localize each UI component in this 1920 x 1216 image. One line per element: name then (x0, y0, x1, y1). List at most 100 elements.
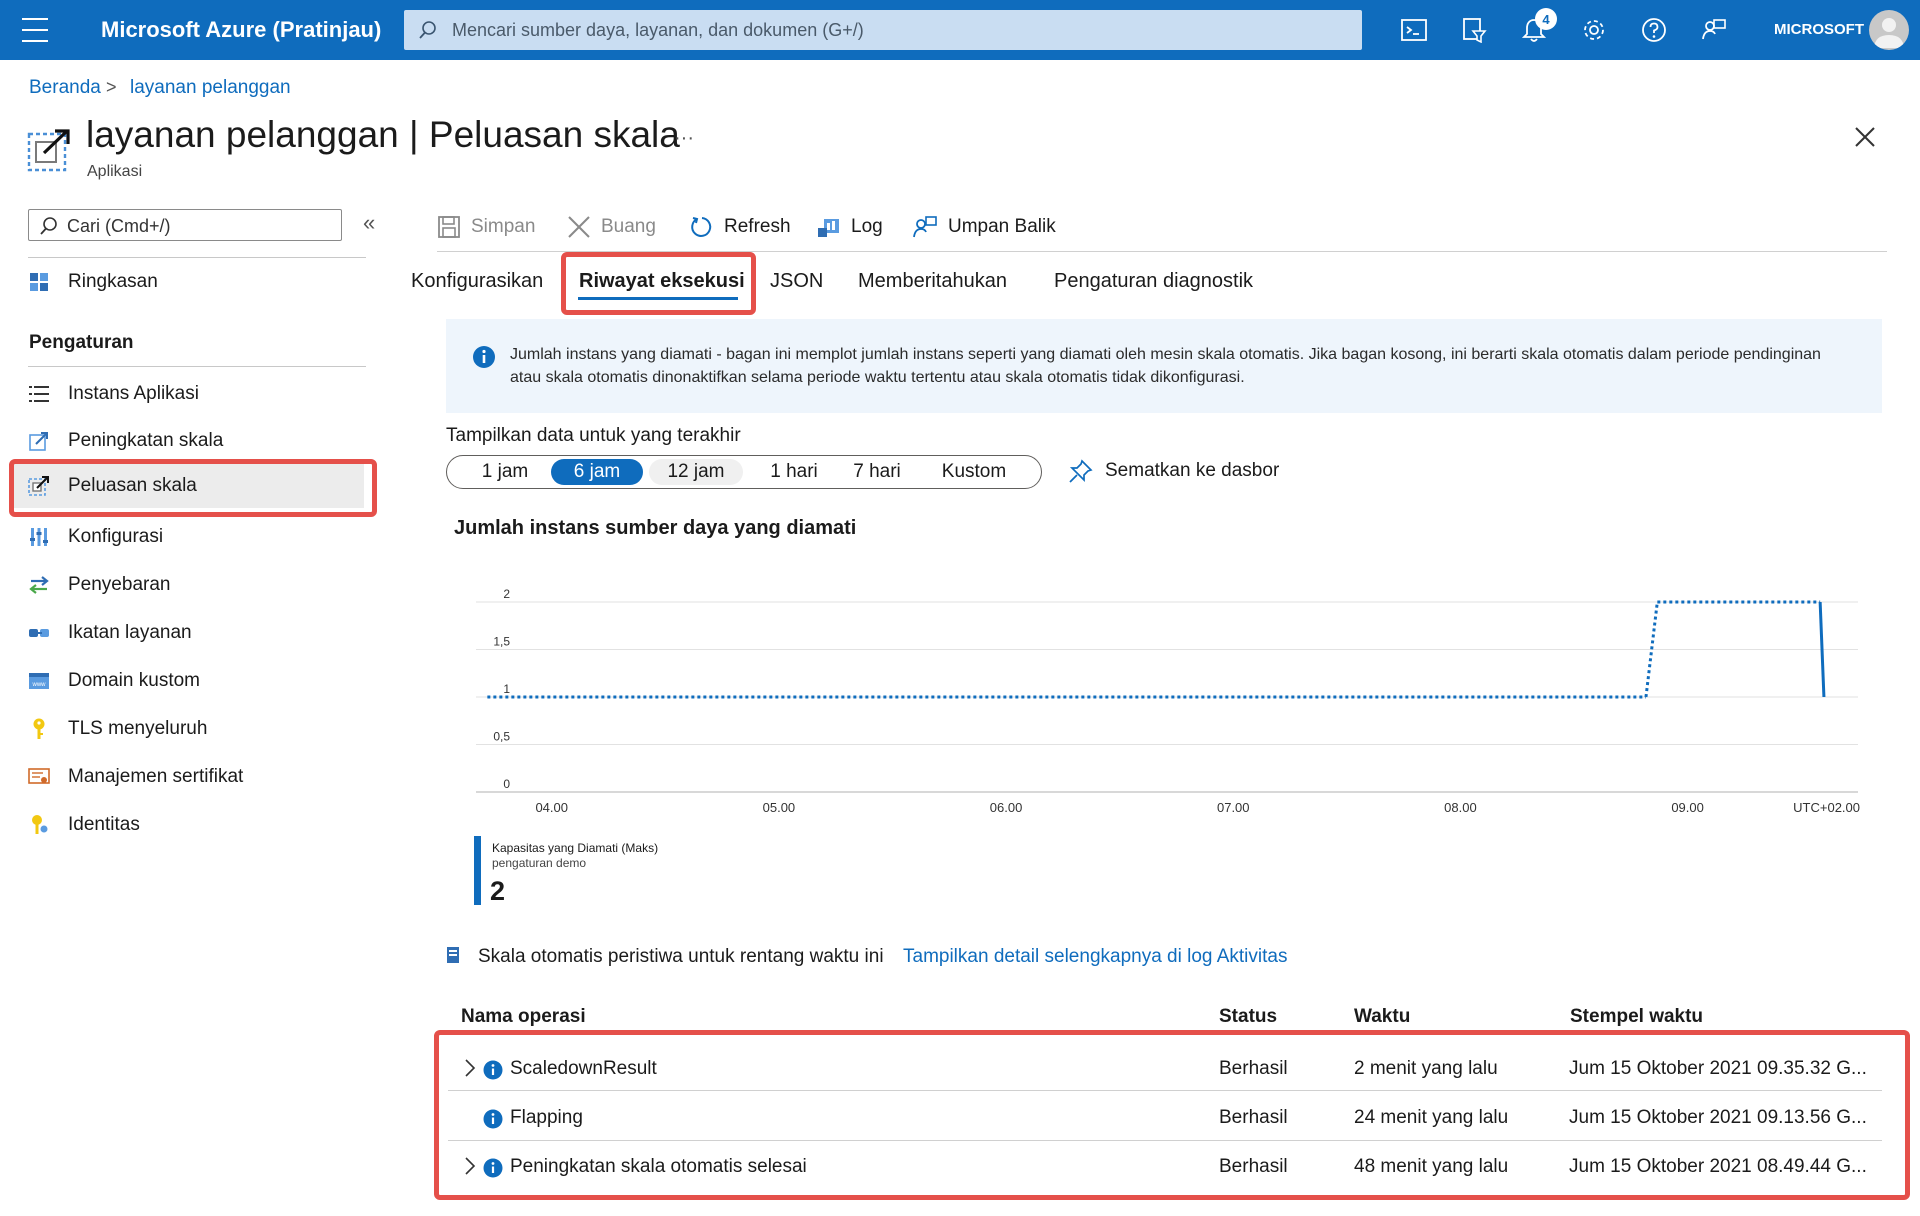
sidebar-item-label: Konfigurasi (68, 526, 164, 547)
discard-button[interactable]: Buang (567, 213, 656, 241)
save-button[interactable]: Simpan (437, 213, 535, 241)
divider (28, 366, 366, 367)
deploy-icon (28, 574, 50, 596)
chart-x-tick-label: 04.00 (535, 800, 568, 815)
range-option-custom[interactable]: Kustom (919, 459, 1029, 485)
chart-x-tick-label: 06.00 (990, 800, 1023, 815)
portal-brand[interactable]: Microsoft Azure (Pratinjau) (101, 17, 381, 43)
chart-x-tick-label: 08.00 (1444, 800, 1477, 815)
range-option-6h[interactable]: 6 jam (551, 459, 643, 485)
search-icon (39, 216, 59, 241)
svg-text:www: www (32, 682, 47, 688)
collapse-menu-button[interactable]: « (363, 210, 375, 236)
domain-icon: www (28, 670, 50, 692)
info-icon (472, 345, 496, 374)
info-banner-text: Jumlah instans yang diamati - bagan ini … (510, 346, 1821, 386)
tab-diagnostic-settings[interactable]: Pengaturan diagnostik (1054, 270, 1253, 293)
legend-color-swatch (474, 836, 481, 905)
close-icon[interactable] (1854, 126, 1876, 153)
refresh-icon (690, 215, 714, 239)
sidebar-item-label: Penyebaran (68, 574, 171, 595)
search-icon (418, 20, 438, 45)
sidebar-item-scale-up[interactable]: Peningkatan skala (24, 424, 364, 458)
sidebar-item-tls[interactable]: TLS menyeluruh (24, 712, 364, 746)
breadcrumb-current[interactable]: layanan pelanggan (130, 77, 291, 99)
help-icon[interactable] (1638, 14, 1670, 46)
breadcrumb-home[interactable]: Beranda (29, 77, 101, 99)
chart-series-segment (1818, 601, 1826, 698)
notification-count-badge: 4 (1535, 8, 1557, 30)
activity-log-icon (446, 946, 460, 969)
pin-to-dashboard-button[interactable]: Sematkan ke dasbor (1069, 459, 1279, 483)
instance-count-chart: 0 0,5 1 1,5 2 04.00 05.00 06.00 07.00 08.00 09.00 U… (476, 587, 1860, 815)
tenant-name[interactable]: MICROSOFT (1774, 21, 1864, 38)
tab-json[interactable]: JSON (770, 270, 823, 293)
column-header-operation[interactable]: Nama operasi (461, 1006, 586, 1028)
discard-icon (567, 215, 591, 239)
sidebar-item-certificates[interactable]: Manajemen sertifikat (24, 760, 364, 794)
chart-x-tick-label: 05.00 (763, 800, 796, 815)
refresh-button[interactable]: Refresh (690, 213, 791, 241)
directory-filter-icon[interactable] (1458, 14, 1490, 46)
feedback-icon[interactable] (1698, 14, 1730, 46)
more-options-button[interactable]: ··· (674, 127, 694, 150)
divider (28, 257, 366, 258)
sidebar-item-custom-domain[interactable]: www Domain kustom (24, 664, 364, 698)
list-icon (28, 383, 50, 405)
sidebar-item-identity[interactable]: Identitas (24, 808, 364, 842)
resource-menu-search-placeholder: Cari (Cmd+/) (67, 216, 171, 236)
cloud-shell-icon[interactable] (1398, 14, 1430, 46)
resource-menu-search-input[interactable]: Cari (Cmd+/) (28, 209, 342, 241)
certificate-icon (28, 766, 50, 788)
legend-series-value: 2 (490, 876, 506, 906)
sidebar-item-service-binding[interactable]: Ikatan layanan (24, 616, 364, 650)
chart-y-tick-label: 1,5 (493, 635, 510, 649)
chart-timezone-label: UTC+02.00 (1793, 800, 1860, 815)
feedback-button[interactable]: Umpan Balik (912, 213, 1056, 241)
binding-icon (28, 622, 50, 644)
page-title: layanan pelanggan | Peluasan skala (86, 114, 680, 155)
top-bar: Microsoft Azure (Pratinjau) Mencari sumb… (0, 0, 1920, 60)
scale-up-icon (28, 430, 50, 452)
range-option-12h[interactable]: 12 jam (649, 459, 743, 485)
sidebar-item-configuration[interactable]: Konfigurasi (24, 520, 364, 554)
sidebar-item-label: Instans Aplikasi (68, 383, 199, 404)
page-subtitle: Aplikasi (87, 163, 143, 180)
sidebar-item-label: Manajemen sertifikat (68, 766, 244, 787)
sidebar-item-label: Ikatan layanan (68, 622, 192, 643)
chart-x-tick-label: 09.00 (1671, 800, 1704, 815)
breadcrumb-separator: > (106, 77, 117, 97)
pin-label: Sematkan ke dasbor (1105, 460, 1280, 481)
column-header-time[interactable]: Waktu (1354, 1006, 1410, 1028)
identity-icon (28, 814, 50, 836)
chart-y-tick-label: 0,5 (493, 730, 510, 744)
range-option-7d[interactable]: 7 hari (839, 459, 915, 485)
annotation-highlight-nav (9, 459, 377, 517)
tab-notify[interactable]: Memberitahukan (858, 270, 1007, 293)
time-range-label: Tampilkan data untuk yang terakhir (446, 425, 741, 446)
overview-icon (28, 271, 50, 293)
chart-title: Jumlah instans sumber daya yang diamati (454, 517, 857, 539)
menu-icon[interactable] (22, 18, 48, 42)
sidebar-item-label: Domain kustom (68, 670, 200, 691)
column-header-timestamp[interactable]: Stempel waktu (1570, 1006, 1703, 1028)
global-search-placeholder: Mencari sumber daya, layanan, dan dokume… (452, 20, 864, 40)
sidebar-item-label: TLS menyeluruh (68, 718, 208, 739)
sidebar-item-app-instances[interactable]: Instans Aplikasi (24, 377, 364, 411)
sidebar-item-overview[interactable]: Ringkasan (24, 265, 364, 299)
feedback-icon (912, 215, 938, 239)
global-search-input[interactable]: Mencari sumber daya, layanan, dan dokume… (404, 10, 1362, 50)
log-button[interactable]: Log (817, 213, 883, 241)
sidebar-item-label: Ringkasan (68, 271, 158, 292)
annotation-highlight-tab (561, 252, 756, 315)
save-icon (437, 215, 461, 239)
settings-gear-icon[interactable] (1578, 14, 1610, 46)
range-option-1h[interactable]: 1 jam (455, 459, 555, 485)
tab-configure[interactable]: Konfigurasikan (411, 270, 543, 293)
avatar[interactable] (1869, 10, 1909, 50)
column-header-status[interactable]: Status (1219, 1006, 1277, 1028)
feedback-label: Umpan Balik (948, 216, 1056, 237)
range-option-1d[interactable]: 1 hari (751, 459, 837, 485)
activity-log-link[interactable]: Tampilkan detail selengkapnya di log Akt… (903, 946, 1287, 968)
sidebar-item-deployment[interactable]: Penyebaran (24, 568, 364, 602)
